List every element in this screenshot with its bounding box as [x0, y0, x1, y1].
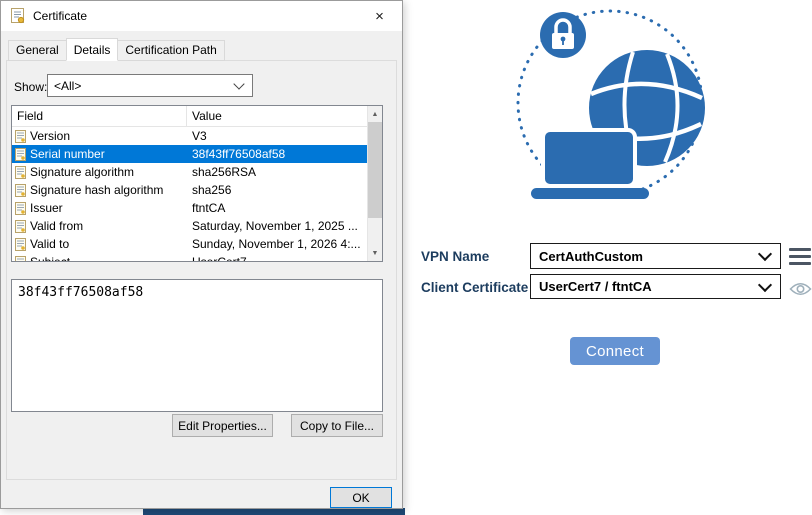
field-name: Subject	[30, 255, 70, 261]
table-row-selected[interactable]: Serial number 38f43ff76508af58	[12, 145, 367, 163]
vpn-illustration	[487, 2, 757, 214]
ok-button[interactable]: OK	[330, 487, 392, 508]
certificate-field-icon	[15, 256, 26, 262]
client-certificate-value: UserCert7 / ftntCA	[539, 279, 652, 294]
certificate-field-icon	[15, 148, 26, 161]
tab-certification-path[interactable]: Certification Path	[117, 40, 224, 61]
table-row[interactable]: Version V3	[12, 127, 367, 145]
scroll-down-icon[interactable]: ▼	[368, 245, 382, 261]
field-name: Valid from	[30, 219, 83, 233]
laptop-icon	[531, 130, 649, 199]
certificate-icon	[10, 8, 26, 24]
field-value: 38f43ff76508af58	[187, 147, 367, 161]
tabstrip: General Details Certification Path	[8, 40, 225, 61]
dialog-titlebar[interactable]: Certificate ×	[1, 1, 402, 31]
certificate-field-icon	[15, 166, 26, 179]
table-row[interactable]: Valid to Sunday, November 1, 2026 4:...	[12, 235, 367, 253]
certificate-fields-list: Field Value Version V3 Serial number 38f…	[11, 105, 383, 262]
certificate-field-icon	[15, 130, 26, 143]
vpn-name-dropdown[interactable]: CertAuthCustom	[530, 243, 781, 269]
chevron-down-icon	[233, 78, 244, 89]
certificate-field-icon	[15, 202, 26, 215]
field-name: Valid to	[30, 237, 69, 251]
certificate-field-icon	[15, 220, 26, 233]
table-row[interactable]: Valid from Saturday, November 1, 2025 ..…	[12, 217, 367, 235]
field-value: ftntCA	[187, 201, 367, 215]
field-value: sha256	[187, 183, 367, 197]
scroll-up-icon[interactable]: ▲	[368, 106, 382, 122]
field-name: Signature hash algorithm	[30, 183, 163, 197]
client-certificate-label: Client Certificate	[421, 280, 528, 295]
menu-icon[interactable]	[789, 248, 811, 269]
table-row[interactable]: Signature hash algorithm sha256	[12, 181, 367, 199]
close-icon: ×	[375, 8, 384, 25]
field-value-detail[interactable]: 38f43ff76508af58	[11, 279, 383, 412]
list-header: Field Value	[12, 106, 367, 127]
detail-text: 38f43ff76508af58	[18, 285, 143, 300]
chevron-down-icon	[758, 277, 772, 291]
show-label: Show:	[14, 80, 47, 94]
screenshot-root: Certificate × General Details Certificat…	[0, 0, 812, 515]
scrollbar-thumb[interactable]	[368, 122, 382, 218]
vpn-name-label: VPN Name	[421, 249, 489, 264]
dialog-title: Certificate	[33, 9, 87, 23]
table-row[interactable]: Signature algorithm sha256RSA	[12, 163, 367, 181]
field-name: Issuer	[30, 201, 63, 215]
field-name: Version	[30, 129, 70, 143]
certificate-dialog: Certificate × General Details Certificat…	[0, 0, 403, 509]
tab-details[interactable]: Details	[66, 38, 119, 61]
table-row[interactable]: Subject UserCert7	[12, 253, 367, 261]
close-button[interactable]: ×	[357, 2, 402, 31]
vpn-name-value: CertAuthCustom	[539, 249, 643, 264]
field-value: UserCert7	[187, 255, 367, 261]
chevron-down-icon	[758, 247, 772, 261]
connect-button[interactable]: Connect	[570, 337, 660, 365]
column-header-field[interactable]: Field	[12, 106, 187, 126]
show-dropdown-value: <All>	[54, 79, 81, 93]
copy-to-file-button[interactable]: Copy to File...	[291, 414, 383, 437]
show-dropdown[interactable]: <All>	[47, 74, 253, 97]
lock-icon	[540, 12, 586, 58]
field-name: Serial number	[30, 147, 105, 161]
field-value: Saturday, November 1, 2025 ...	[187, 219, 367, 233]
list-body: Field Value Version V3 Serial number 38f…	[12, 106, 367, 261]
field-value: Sunday, November 1, 2026 4:...	[187, 237, 367, 251]
background-window-footer	[143, 508, 405, 515]
client-certificate-dropdown[interactable]: UserCert7 / ftntCA	[530, 274, 781, 299]
edit-properties-button[interactable]: Edit Properties...	[172, 414, 273, 437]
certificate-field-icon	[15, 238, 26, 251]
field-name: Signature algorithm	[30, 165, 134, 179]
eye-icon[interactable]	[789, 281, 812, 297]
field-value: V3	[187, 129, 367, 143]
tab-general[interactable]: General	[8, 40, 67, 61]
field-value: sha256RSA	[187, 165, 367, 179]
certificate-field-icon	[15, 184, 26, 197]
column-header-value[interactable]: Value	[187, 109, 367, 123]
scrollbar[interactable]: ▲ ▼	[367, 106, 382, 261]
table-row[interactable]: Issuer ftntCA	[12, 199, 367, 217]
